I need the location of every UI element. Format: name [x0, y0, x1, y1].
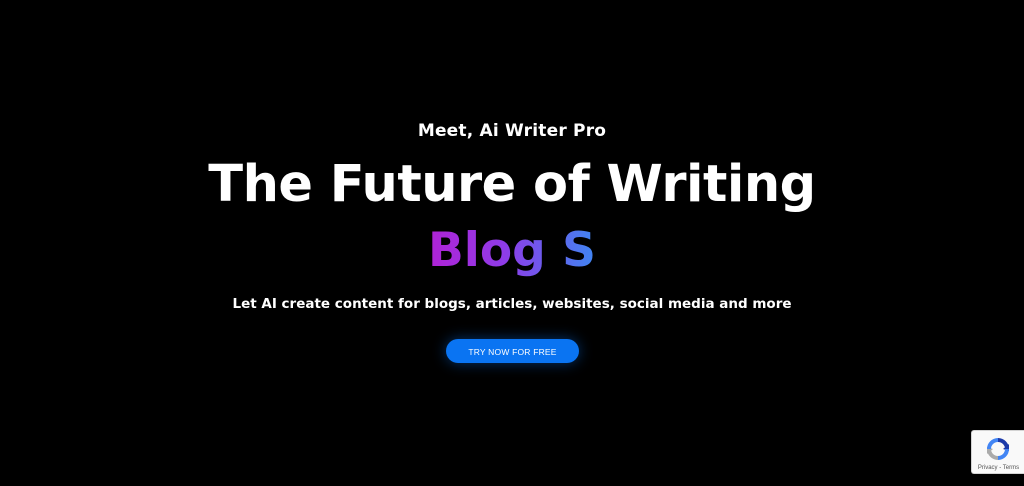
recaptcha-terms-link[interactable]: Terms [1003, 465, 1019, 471]
hero-subheadline: Let AI create content for blogs, article… [232, 296, 792, 312]
recaptcha-badge[interactable]: Privacy - Terms [971, 430, 1024, 474]
try-now-button[interactable]: TRY NOW FOR FREE [446, 339, 579, 363]
hero-eyebrow: Meet, Ai Writer Pro [417, 121, 607, 141]
hero-headline: The Future of Writing [208, 155, 816, 214]
typed-text: Blog S [427, 223, 597, 278]
recaptcha-privacy-link[interactable]: Privacy [978, 465, 998, 471]
recaptcha-links: Privacy - Terms [972, 464, 1024, 472]
hero-section: Meet, Ai Writer Pro The Future of Writin… [0, 0, 1024, 486]
typed-text-line: Blog S [0, 222, 1024, 280]
recaptcha-logo-icon [987, 438, 1009, 460]
